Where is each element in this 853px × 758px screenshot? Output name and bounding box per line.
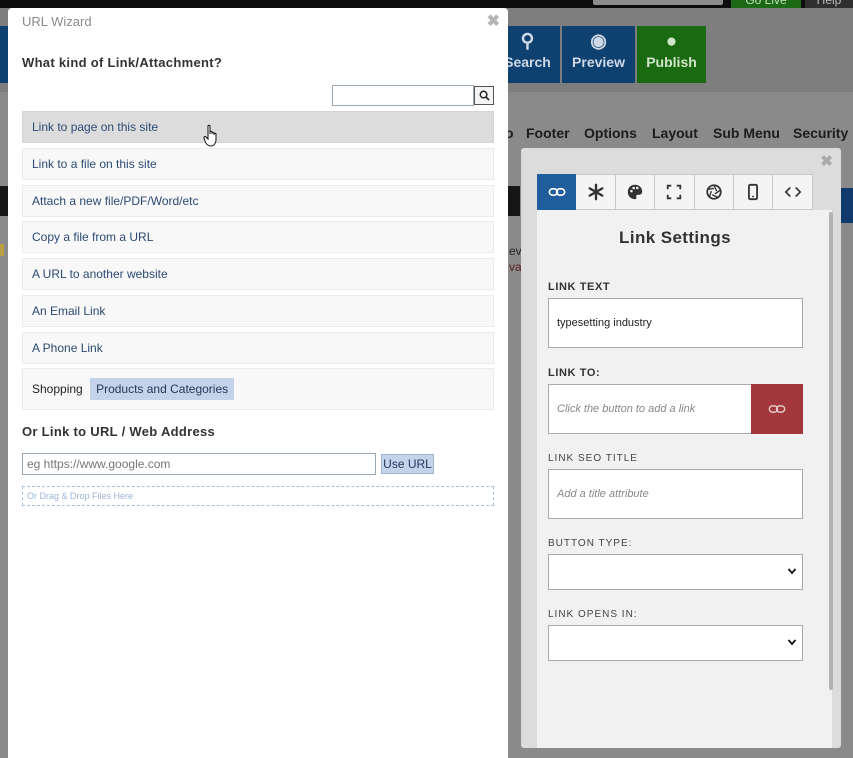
link-text-label: LINK TEXT [548, 281, 611, 293]
preview-toolbar-button[interactable]: ◉ Preview [562, 26, 635, 83]
tab-link[interactable] [537, 174, 577, 210]
top-strip [0, 0, 853, 8]
url-wizard-dialog: URL Wizard ✖ What kind of Link/Attachmen… [8, 8, 508, 758]
go-live-button[interactable]: Go Live [731, 0, 801, 8]
products-categories-button[interactable]: Products and Categories [90, 377, 235, 400]
close-icon[interactable]: ✖ [820, 152, 833, 170]
tab-style[interactable] [615, 174, 656, 210]
option-link-to-page[interactable]: Link to page on this site [22, 111, 494, 143]
opens-in-label: LINK OPENS IN: [548, 609, 638, 620]
menu-item-security[interactable]: Security [793, 125, 848, 141]
link-to-label: LINK TO: [548, 367, 601, 379]
link-settings-panel: ✖ Link Settings LINK TEXT typesetting in… [521, 148, 841, 748]
aperture-icon [706, 184, 722, 200]
seo-title-label: LINK SEO TITLE [548, 453, 638, 464]
option-url-to-website[interactable]: A URL to another website [22, 258, 494, 290]
help-button[interactable]: Help [805, 0, 853, 8]
option-link-to-file[interactable]: Link to a file on this site [22, 148, 494, 180]
link-icon [768, 405, 786, 413]
option-attach-new-file[interactable]: Attach a new file/PDF/Word/etc [22, 185, 494, 217]
globe-icon: ● [665, 31, 678, 52]
button-type-select[interactable] [548, 554, 803, 590]
chevron-down-icon [787, 568, 797, 575]
button-type-label: BUTTON TYPE: [548, 538, 633, 549]
opens-in-select[interactable] [548, 625, 803, 661]
url-input[interactable] [22, 453, 376, 475]
close-icon[interactable]: ✖ [487, 11, 500, 31]
hand-cursor-icon [203, 124, 217, 147]
tab-effects[interactable] [694, 174, 734, 210]
link-to-field[interactable]: Click the button to add a link [548, 384, 752, 434]
settings-tabs [537, 174, 813, 210]
file-drop-zone[interactable]: Or Drag & Drop Files Here [22, 486, 494, 506]
publish-toolbar-label: Publish [646, 54, 697, 70]
asterisk-icon [588, 183, 604, 201]
tab-code[interactable] [773, 174, 813, 210]
option-phone-link[interactable]: A Phone Link [22, 332, 494, 364]
tab-size[interactable] [655, 174, 695, 210]
menu-item-options[interactable]: Options [584, 125, 637, 141]
option-shopping: Shopping Products and Categories [22, 368, 494, 410]
add-link-button[interactable] [751, 384, 803, 434]
menu-item-footer[interactable]: Footer [526, 125, 570, 141]
tab-mobile[interactable] [733, 174, 774, 210]
use-url-button[interactable]: Use URL [381, 454, 434, 474]
search-icon [479, 90, 490, 101]
publish-toolbar-button[interactable]: ● Publish [637, 26, 706, 83]
mobile-icon [748, 183, 759, 201]
dialog-title: URL Wizard [22, 14, 92, 29]
search-button[interactable] [474, 86, 494, 105]
menu-item-layout[interactable]: Layout [652, 125, 698, 141]
top-search-input[interactable] [593, 0, 723, 5]
preview-toolbar-label: Preview [572, 54, 625, 70]
option-email-link[interactable]: An Email Link [22, 295, 494, 327]
chevron-down-icon [787, 639, 797, 646]
search-toolbar-label: Search [504, 54, 551, 70]
url-heading: Or Link to URL / Web Address [22, 424, 216, 439]
highlight-mark [0, 244, 4, 256]
seo-title-field[interactable]: Add a title attribute [548, 469, 803, 519]
option-search-input[interactable] [332, 85, 474, 106]
palette-icon [627, 184, 643, 200]
link-type-heading: What kind of Link/Attachment? [22, 55, 223, 70]
link-settings-title: Link Settings [619, 228, 731, 247]
content-fragment-va: va [509, 260, 522, 274]
menu-item-sub-menu[interactable]: Sub Menu [713, 125, 780, 141]
eye-icon: ◉ [590, 31, 607, 52]
link-text-field[interactable]: typesetting industry [548, 298, 803, 348]
code-icon [784, 186, 801, 198]
tab-attributes[interactable] [576, 174, 616, 210]
fullscreen-icon [667, 184, 682, 200]
shopping-label: Shopping [32, 382, 83, 396]
panel-scrollbar[interactable] [829, 212, 833, 690]
link-icon [548, 188, 566, 196]
option-copy-file-from-url[interactable]: Copy a file from a URL [22, 221, 494, 253]
